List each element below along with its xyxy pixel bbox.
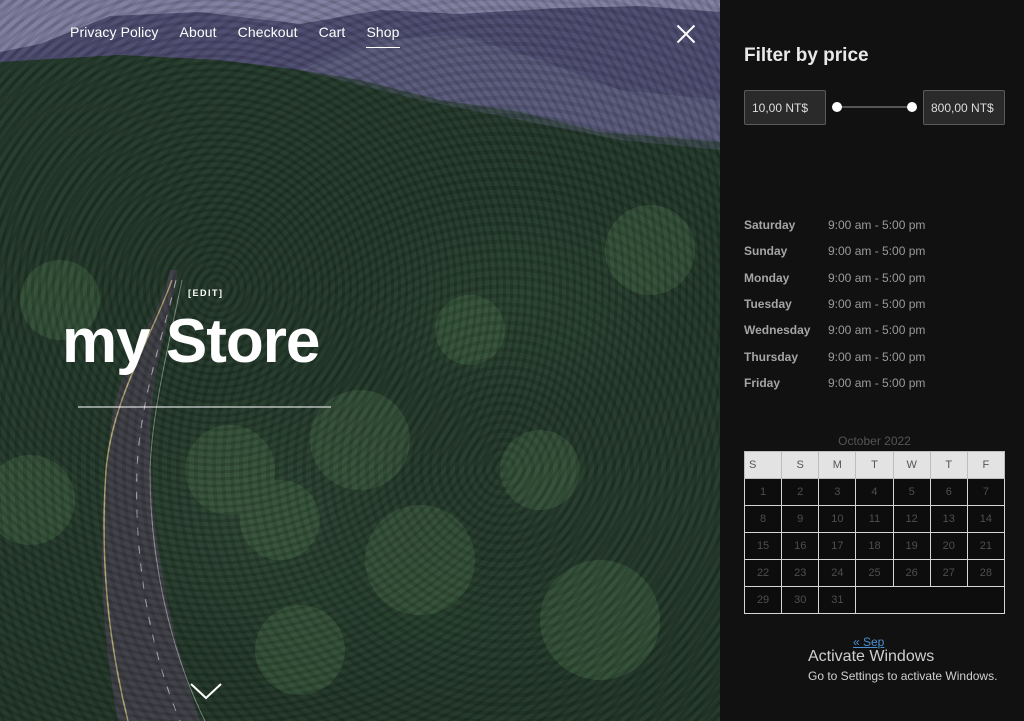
main-nav: Privacy Policy About Checkout Cart Shop [70, 24, 421, 48]
calendar-day: 30 [781, 586, 820, 614]
calendar-day: 20 [929, 532, 968, 560]
calendar-day: 11 [855, 505, 894, 533]
calendar-weekday: F [966, 451, 1006, 479]
calendar-day: 28 [966, 559, 1006, 587]
site-title: my Store [62, 307, 320, 376]
hours-row: Monday 9:00 am - 5:00 pm [744, 265, 925, 291]
hours-day: Thursday [744, 349, 799, 364]
hours-row: Friday 9:00 am - 5:00 pm [744, 370, 925, 396]
calendar-day: 3 [818, 478, 857, 506]
calendar-day: 17 [818, 532, 857, 560]
calendar-prev-month-link[interactable]: « Sep [853, 635, 884, 649]
calendar-week: 15 16 17 18 19 20 21 [743, 532, 1006, 560]
calendar: S S M T W T F 1 2 3 4 5 6 7 8 9 10 11 12… [743, 451, 1006, 614]
hours-time: 9:00 am - 5:00 pm [828, 244, 926, 259]
calendar-day: 26 [892, 559, 931, 587]
hours-time: 9:00 am - 5:00 pm [828, 349, 926, 364]
calendar-day: 15 [743, 532, 783, 560]
calendar-weekday: S [743, 451, 783, 479]
hours-row: Sunday 9:00 am - 5:00 pm [744, 238, 925, 264]
nav-item-cart[interactable]: Cart [319, 24, 346, 46]
calendar-day: 5 [892, 478, 931, 506]
hero-section: Privacy Policy About Checkout Cart Shop … [0, 0, 720, 721]
windows-activation-watermark: Activate Windows Go to Settings to activ… [808, 648, 997, 683]
calendar-weekday: T [929, 451, 968, 479]
hours-day: Tuesday [744, 297, 792, 312]
calendar-weekday: S [781, 451, 820, 479]
calendar-day: 10 [818, 505, 857, 533]
hours-day: Saturday [744, 218, 796, 233]
calendar-day: 21 [966, 532, 1006, 560]
calendar-day: 22 [743, 559, 783, 587]
calendar-day: 27 [929, 559, 968, 587]
hours-day: Wednesday [744, 323, 811, 338]
nav-item-privacy-policy[interactable]: Privacy Policy [70, 24, 159, 46]
hours-time: 9:00 am - 5:00 pm [828, 297, 926, 312]
hours-time: 9:00 am - 5:00 pm [828, 375, 926, 390]
title-divider [78, 406, 331, 408]
price-min-field[interactable]: 10,00 NT$ [744, 90, 826, 125]
price-slider-track[interactable] [837, 106, 913, 108]
calendar-weekday: W [892, 451, 931, 479]
calendar-pad [855, 586, 1005, 614]
watermark-subtitle: Go to Settings to activate Windows. [808, 669, 998, 683]
close-icon[interactable] [676, 24, 696, 44]
calendar-day: 31 [818, 586, 857, 614]
nav-item-shop[interactable]: Shop [366, 24, 400, 48]
calendar-weekday: T [855, 451, 894, 479]
hours-day: Friday [744, 375, 781, 390]
hours-row: Tuesday 9:00 am - 5:00 pm [744, 291, 925, 317]
calendar-week: 8 9 10 11 12 13 14 [743, 505, 1006, 533]
calendar-day: 6 [929, 478, 968, 506]
calendar-day: 25 [855, 559, 894, 587]
price-slider-max-handle[interactable] [907, 102, 917, 112]
hours-row: Saturday 9:00 am - 5:00 pm [744, 212, 925, 238]
calendar-day: 19 [892, 532, 931, 560]
calendar-week: 1 2 3 4 5 6 7 [743, 478, 1006, 506]
calendar-day: 9 [781, 505, 820, 533]
opening-hours: Saturday 9:00 am - 5:00 pm Sunday 9:00 am … [744, 212, 925, 396]
calendar-weekday: M [818, 451, 857, 479]
nav-item-about[interactable]: About [180, 24, 217, 46]
calendar-day: 8 [743, 505, 783, 533]
calendar-day: 1 [743, 478, 783, 506]
filter-title: Filter by price [744, 45, 869, 66]
calendar-day: 23 [781, 559, 820, 587]
calendar-day: 2 [781, 478, 820, 506]
hours-time: 9:00 am - 5:00 pm [828, 270, 926, 285]
hours-day: Monday [744, 270, 790, 285]
price-max-field[interactable]: 800,00 NT$ [923, 90, 1005, 125]
calendar-week: 29 30 31 [743, 586, 1005, 614]
chevron-down-icon[interactable] [188, 680, 224, 702]
calendar-day: 13 [929, 505, 968, 533]
hours-time: 9:00 am - 5:00 pm [828, 218, 926, 233]
calendar-day: 14 [966, 505, 1006, 533]
nav-item-checkout[interactable]: Checkout [238, 24, 298, 46]
calendar-caption: October 2022 [838, 434, 911, 448]
hours-time: 9:00 am - 5:00 pm [828, 323, 926, 338]
calendar-day: 12 [892, 505, 931, 533]
calendar-day: 7 [966, 478, 1006, 506]
calendar-day: 24 [818, 559, 857, 587]
price-slider-min-handle[interactable] [832, 102, 842, 112]
calendar-week: 22 23 24 25 26 27 28 [743, 559, 1006, 587]
hours-row: Wednesday 9:00 am - 5:00 pm [744, 317, 925, 343]
watermark-title: Activate Windows [808, 648, 935, 665]
calendar-day: 29 [743, 586, 783, 614]
calendar-day: 4 [855, 478, 894, 506]
hours-day: Sunday [744, 244, 788, 259]
calendar-weekdays: S S M T W T F [743, 451, 1006, 479]
edit-link[interactable]: [EDIT] [188, 288, 224, 298]
calendar-day: 16 [781, 532, 820, 560]
hours-row: Thursday 9:00 am - 5:00 pm [744, 343, 925, 369]
calendar-day: 18 [855, 532, 894, 560]
sidebar: Filter by price 10,00 NT$ 800,00 NT$ Sat… [720, 0, 1024, 721]
